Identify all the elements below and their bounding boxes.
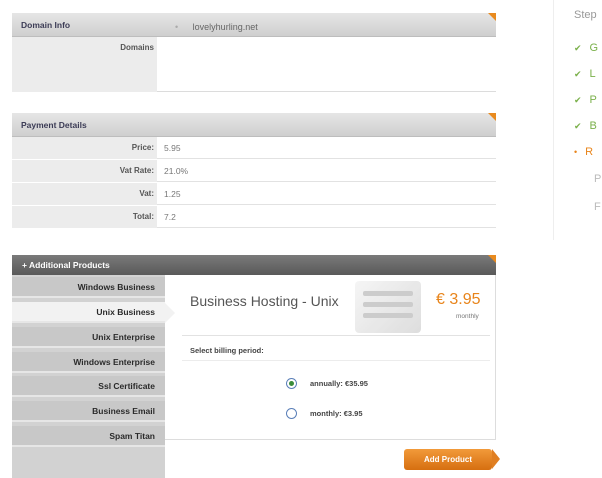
button-arrow-icon <box>492 449 500 469</box>
price-period: monthly <box>456 313 479 320</box>
corner-decoration <box>488 113 496 121</box>
payment-value: 7.2 <box>164 212 176 222</box>
add-product-button[interactable]: Add Product <box>404 449 492 470</box>
check-icon: ✔ <box>574 95 582 105</box>
payment-label: Total: <box>12 206 157 228</box>
sidebar-item-unix-enterprise[interactable]: Unix Enterprise <box>12 327 165 348</box>
step-item: ✔ P <box>574 94 597 106</box>
bullet-icon: • <box>175 22 179 32</box>
step-label: G <box>589 42 599 54</box>
check-icon: ✔ <box>574 69 582 79</box>
payment-label: Vat: <box>12 183 157 205</box>
divider <box>182 360 490 361</box>
sidebar-item-windows-business[interactable]: Windows Business <box>12 277 165 298</box>
step-label: P <box>589 94 597 106</box>
additional-products-header[interactable]: + Additional Products <box>12 255 496 275</box>
domains-label: Domains <box>12 37 157 92</box>
sidebar-item-unix-business[interactable]: Unix Business <box>12 302 165 323</box>
payment-label: Vat Rate: <box>12 160 157 182</box>
payment-value: 21.0% <box>164 166 189 176</box>
step-item-current: • R <box>574 146 593 158</box>
step-label: R <box>585 146 594 158</box>
bullet-icon: • <box>574 147 578 157</box>
step-item: ✔ L <box>574 68 596 80</box>
step-label: B <box>589 120 597 132</box>
check-icon: ✔ <box>574 43 582 53</box>
step-item-pending: P <box>594 173 601 185</box>
check-icon: ✔ <box>574 121 582 131</box>
steps-title: Step <box>574 9 597 21</box>
payment-row-vat-rate: Vat Rate: 21.0% <box>12 160 496 182</box>
payment-details-title: Payment Details <box>21 120 87 130</box>
domain-info-box: Domains <box>12 37 496 92</box>
product-price: € 3.95 <box>436 291 481 308</box>
domain-info-title: Domain Info <box>21 20 71 30</box>
payment-row-total: Total: 7.2 <box>12 206 496 228</box>
payment-value: 1.25 <box>164 189 181 199</box>
step-label: F <box>594 201 601 213</box>
divider <box>182 335 490 336</box>
billing-period-label: Select billing period: <box>190 346 264 355</box>
domain-entry: • lovelyhurling.net <box>175 22 258 32</box>
divider <box>553 0 554 240</box>
domain-name: lovelyhurling.net <box>192 22 258 32</box>
sidebar-item-ssl-certificate[interactable]: Ssl Certificate <box>12 376 165 397</box>
billing-option-label: annually: €35.95 <box>310 379 368 388</box>
payment-details-header: Payment Details <box>12 113 496 137</box>
step-label: L <box>589 68 596 80</box>
step-item: ✔ G <box>574 42 598 54</box>
step-item-pending: F <box>594 201 601 213</box>
corner-decoration <box>488 255 496 263</box>
radio-button[interactable] <box>286 408 297 419</box>
payment-row-price: Price: 5.95 <box>12 137 496 159</box>
active-pointer <box>165 303 175 323</box>
sidebar-item-spam-titan[interactable]: Spam Titan <box>12 426 165 447</box>
corner-decoration <box>488 13 496 21</box>
payment-value: 5.95 <box>164 143 181 153</box>
server-graphic-icon <box>355 281 421 333</box>
product-sidebar: Windows Business Unix Business Unix Ente… <box>12 275 165 478</box>
sidebar-item-business-email[interactable]: Business Email <box>12 401 165 422</box>
step-item: ✔ B <box>574 120 597 132</box>
additional-products-title: + Additional Products <box>22 260 110 270</box>
payment-row-vat: Vat: 1.25 <box>12 183 496 205</box>
radio-button-checked[interactable] <box>286 378 297 389</box>
payment-label: Price: <box>12 137 157 159</box>
product-title: Business Hosting - Unix <box>190 293 339 309</box>
sidebar-item-windows-enterprise[interactable]: Windows Enterprise <box>12 352 165 373</box>
step-label: P <box>594 173 602 185</box>
billing-option-label: monthly: €3.95 <box>310 409 363 418</box>
